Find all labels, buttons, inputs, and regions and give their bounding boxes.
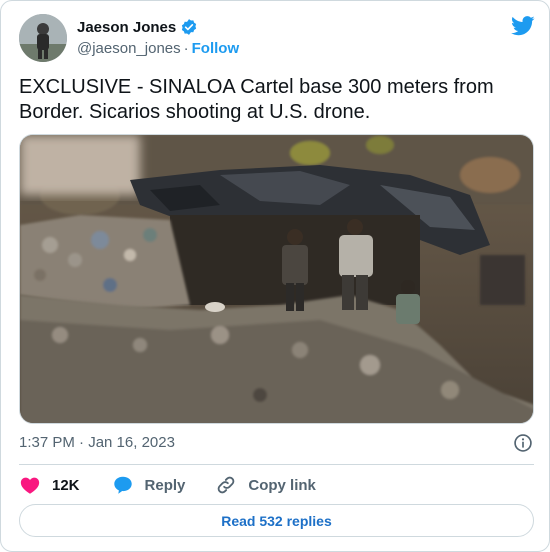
avatar[interactable] — [19, 14, 67, 62]
separator-dot: · — [183, 40, 189, 57]
author-handle-row: @jaeson_jones · Follow — [77, 40, 239, 57]
read-replies-button[interactable]: Read 532 replies — [19, 504, 534, 537]
info-icon[interactable] — [513, 433, 533, 453]
tweet-text: EXCLUSIVE - SINALOA Cartel base 300 mete… — [19, 76, 494, 123]
author-name[interactable]: Jaeson Jones — [77, 19, 176, 36]
like-button[interactable]: 12K — [19, 474, 80, 496]
reply-button[interactable]: Reply — [112, 474, 186, 496]
divider — [19, 464, 534, 465]
twitter-bird-icon[interactable] — [511, 15, 535, 37]
reply-label: Reply — [144, 476, 186, 494]
action-bar: 12K Reply Copy link — [19, 473, 316, 497]
tweet-video[interactable] — [19, 134, 534, 424]
follow-button[interactable]: Follow — [192, 40, 240, 57]
verified-badge-icon — [182, 19, 197, 35]
heart-icon — [20, 477, 40, 494]
tweet-card: Jaeson Jones @jaeson_jones · Follow EXCLUS… — [0, 0, 550, 552]
copy-link-button[interactable]: Copy link — [215, 474, 316, 496]
reply-bubble-icon — [113, 476, 132, 494]
link-icon — [218, 476, 235, 494]
video-frame — [20, 135, 533, 423]
like-count: 12K — [52, 476, 80, 494]
copy-link-label: Copy link — [248, 476, 316, 494]
author-name-row: Jaeson Jones — [77, 18, 198, 36]
tweet-timestamp[interactable]: 1:37 PM · Jan 16, 2023 — [19, 434, 175, 451]
author-handle[interactable]: @jaeson_jones — [77, 40, 181, 57]
